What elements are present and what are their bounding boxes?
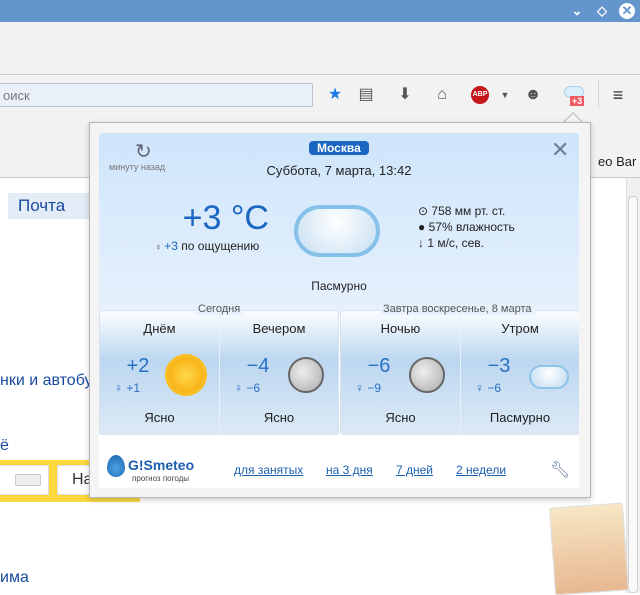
chevron-down-icon[interactable]: ▼	[495, 85, 515, 105]
star-icon[interactable]: ★	[325, 85, 345, 105]
tomorrow-label: Завтра воскресенье, 8 марта	[380, 303, 535, 315]
home-icon[interactable]: ⌂	[432, 85, 452, 105]
cloud-icon	[529, 365, 569, 389]
current-temp: +3 °C	[182, 199, 269, 237]
humidity: 57% влажность	[428, 220, 515, 234]
city-badge[interactable]: Москва	[309, 141, 369, 155]
pressure: 758 мм рт. ст.	[431, 204, 506, 218]
smiley-icon[interactable]: ☻	[523, 85, 543, 105]
menu-icon[interactable]: ≡	[608, 85, 628, 105]
gismeteo-logo[interactable]: G!Smeteo	[128, 457, 194, 473]
bookmark-item[interactable]: eo Bar	[598, 154, 636, 169]
wind-arrow-icon: ↓	[418, 236, 428, 250]
date-time: Суббота, 7 марта, 13:42	[266, 163, 412, 178]
period-feels: ♀ −6	[475, 381, 502, 395]
condition: Пасмурно	[311, 279, 367, 293]
overcast-icon	[294, 205, 380, 257]
today-label: Сегодня	[195, 303, 244, 315]
period-morning: Утром −3 ♀ −6 Пасмурно	[460, 311, 579, 434]
maximize-button[interactable]: ◇	[594, 2, 610, 20]
title-bar	[0, 0, 640, 22]
close-icon[interactable]: ✕	[551, 137, 569, 163]
feels-value: +1	[126, 381, 141, 395]
weather-details: ⊙ 758 мм рт. ст. ● 57% влажность ↓ 1 м/с…	[418, 203, 515, 251]
period-name: Ночью	[380, 321, 421, 336]
close-window-button[interactable]: ✕	[619, 3, 635, 19]
divider	[0, 74, 640, 75]
period-temp: +2	[126, 355, 150, 377]
feels-value: −6	[246, 381, 261, 395]
person-icon: ♀	[155, 242, 165, 252]
period-condition: Пасмурно	[489, 410, 551, 425]
period-condition: Ясно	[385, 410, 416, 425]
moon-icon	[409, 357, 445, 393]
link-2-weeks[interactable]: 2 недели	[456, 463, 506, 477]
minimize-button[interactable]: ⌄	[569, 2, 585, 20]
wrench-icon[interactable]: 🔧︎	[550, 460, 570, 480]
chef-illustration[interactable]	[549, 502, 629, 595]
period-temp: −6	[367, 355, 391, 377]
sun-icon	[168, 357, 204, 393]
gismeteo-tagline: прогноз погоды	[132, 474, 190, 483]
scrollbar-thumb[interactable]	[628, 196, 638, 593]
period-feels: ♀ −9	[355, 381, 382, 395]
period-temp: −3	[487, 355, 511, 377]
refresh-icon[interactable]: ↻	[135, 139, 152, 164]
link-7-days[interactable]: 7 дней	[396, 463, 433, 477]
period-evening: Вечером −4 ♀ −6 Ясно	[219, 311, 338, 434]
news-link[interactable]: нки и автобу	[0, 372, 93, 390]
today-card: Днём +2 ♀ +1 Ясно Вечером −4 ♀ −6 Ясно	[99, 310, 339, 435]
period-name: Днём	[143, 321, 176, 336]
feels-like: ♀ +3 по ощущению	[155, 239, 259, 253]
period-night: Ночью −6 ♀ −9 Ясно	[341, 311, 460, 434]
moon-icon	[288, 357, 324, 393]
weather-icon[interactable]: +3	[564, 86, 586, 108]
period-feels: ♀ +1	[114, 381, 141, 395]
divider	[598, 80, 599, 108]
period-condition: Ясно	[263, 410, 295, 425]
page-search-input[interactable]	[0, 465, 49, 495]
feels-value: −6	[487, 381, 502, 395]
period-name: Утром	[501, 321, 539, 336]
feels-value: −9	[367, 381, 382, 395]
reading-list-icon[interactable]: ▤	[356, 85, 376, 105]
pressure-icon: ⊙	[418, 204, 432, 218]
weather-badge: +3	[570, 96, 585, 106]
keyboard-icon[interactable]	[15, 474, 41, 486]
period-feels: ♀ −6	[234, 381, 261, 395]
period-name: Вечером	[252, 321, 306, 336]
wind: 1 м/с, сев.	[427, 236, 484, 250]
mail-link[interactable]: Почта	[8, 193, 90, 219]
gismeteo-drop-icon	[107, 455, 125, 477]
period-condition: Ясно	[144, 410, 175, 425]
page-link[interactable]: има	[0, 569, 29, 587]
feels-label: по ощущению	[181, 239, 260, 253]
search-input[interactable]: оиск	[0, 83, 313, 107]
link-brief[interactable]: для занятых	[234, 463, 303, 477]
weather-panel: ↻ минуту назад Москва Суббота, 7 марта, …	[99, 133, 579, 488]
adblock-icon[interactable]: ABP	[471, 86, 489, 104]
period-day: Днём +2 ♀ +1 Ясно	[100, 311, 219, 434]
tomorrow-card: Ночью −6 ♀ −9 Ясно Утром −3 ♀ −6 Пасмурн…	[340, 310, 579, 435]
download-icon[interactable]: ⬇	[395, 85, 415, 105]
period-temp: −4	[246, 355, 270, 377]
humidity-icon: ●	[418, 220, 429, 234]
more-link[interactable]: ё	[0, 437, 9, 455]
feels-value: +3	[164, 239, 178, 253]
link-3-days[interactable]: на 3 дня	[326, 463, 373, 477]
